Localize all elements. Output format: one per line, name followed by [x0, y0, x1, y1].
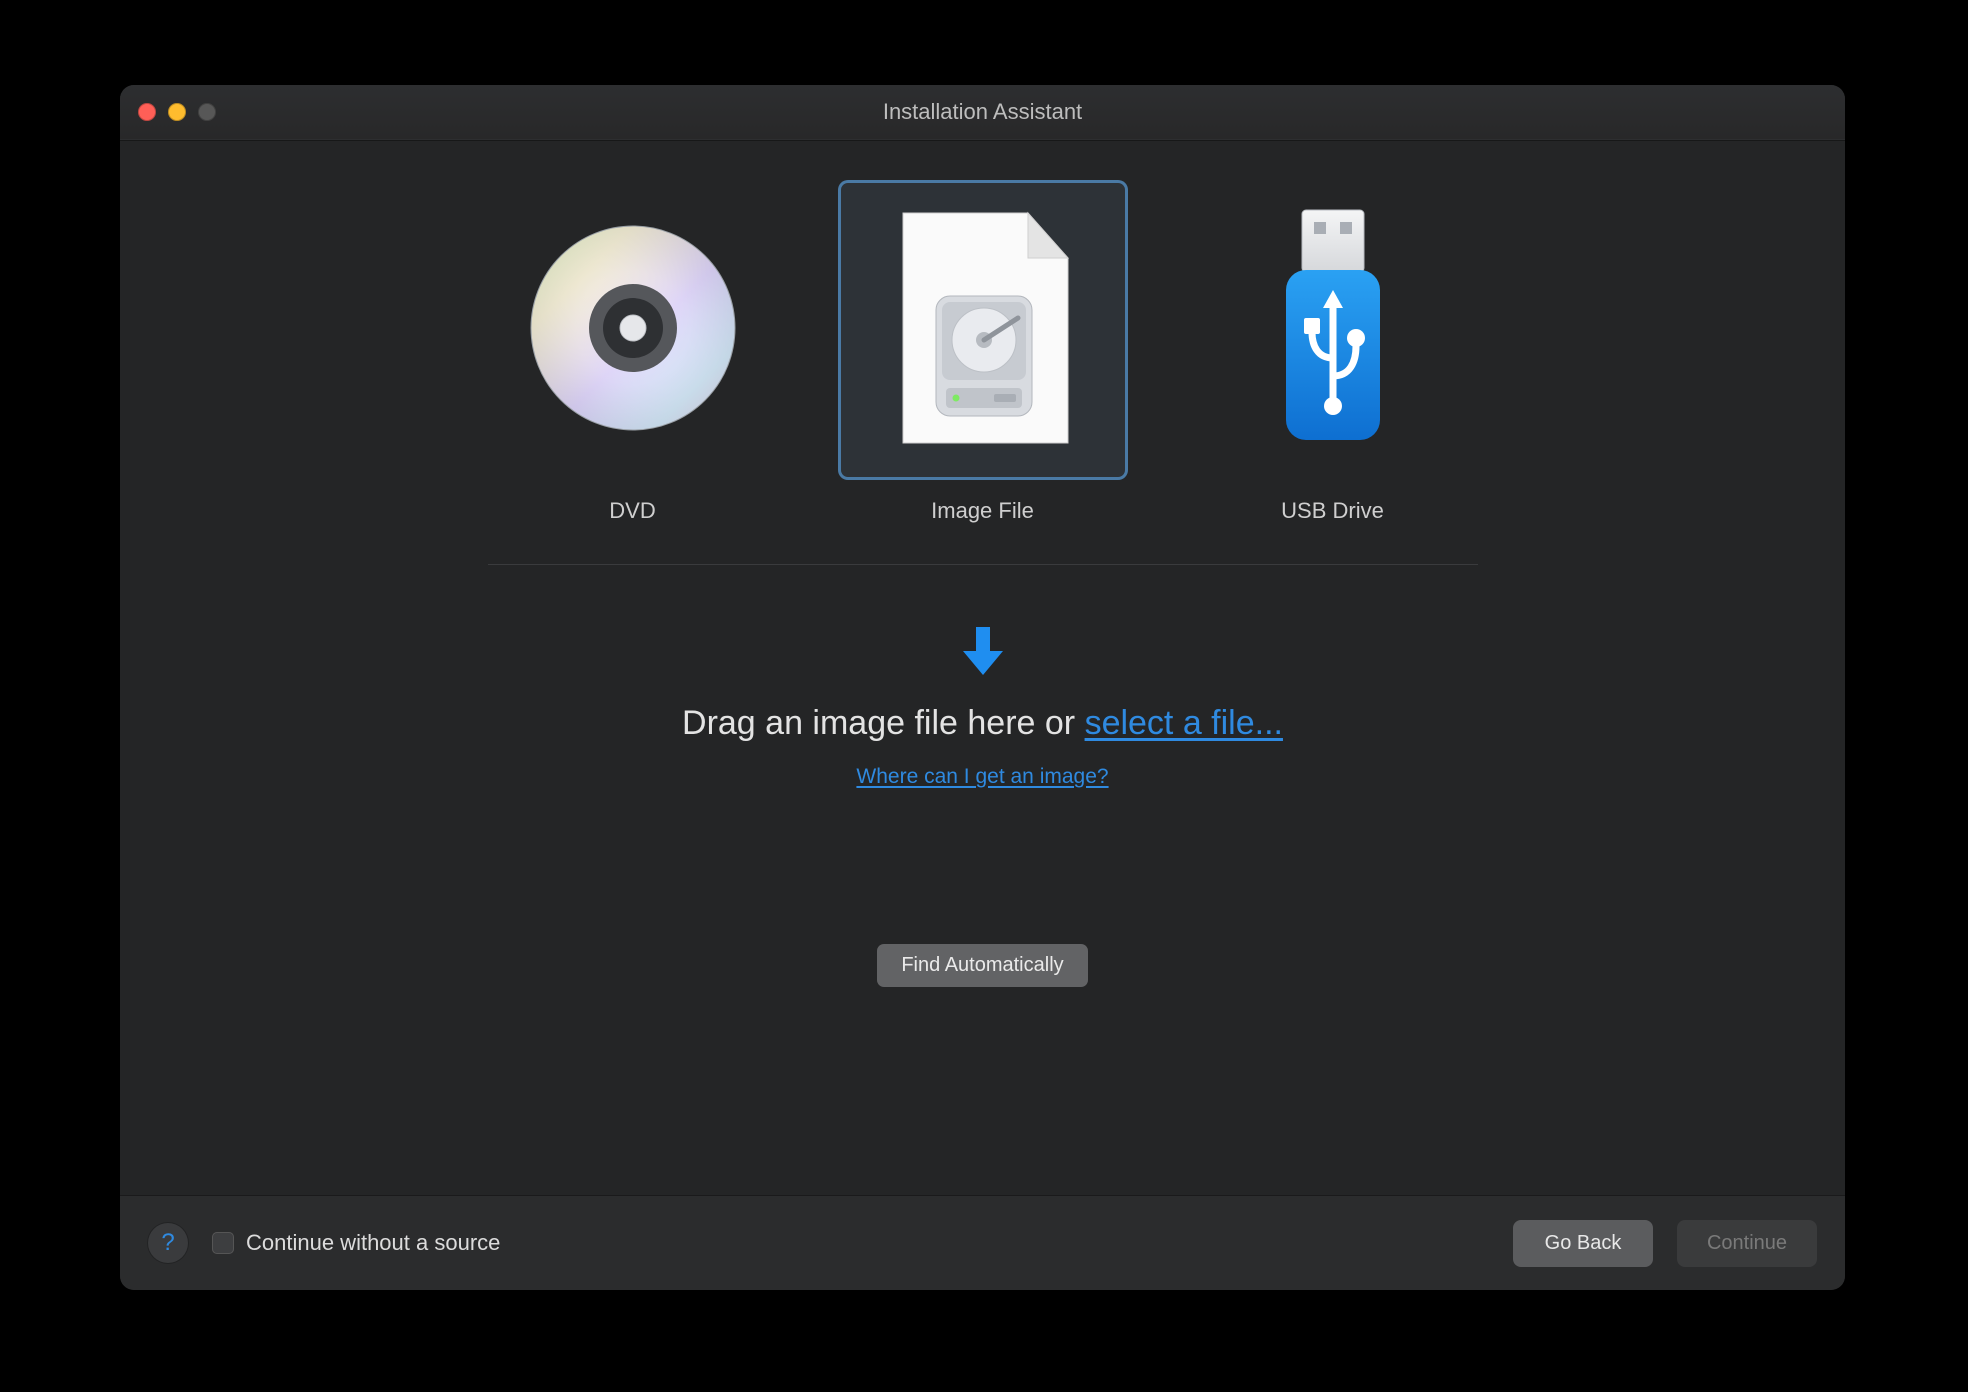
- close-window-button[interactable]: [138, 103, 156, 121]
- find-automatically-button[interactable]: Find Automatically: [877, 944, 1087, 987]
- window-controls: [138, 103, 216, 121]
- continue-button[interactable]: Continue: [1677, 1220, 1817, 1267]
- where-get-image-link[interactable]: Where can I get an image?: [856, 765, 1108, 789]
- drop-area[interactable]: Drag an image file here or select a file…: [682, 625, 1283, 789]
- source-option-image-file[interactable]: Image File: [838, 180, 1128, 524]
- help-button[interactable]: ?: [148, 1223, 188, 1263]
- source-icon-box-dvd: [488, 180, 778, 480]
- source-row: DVD: [488, 180, 1478, 524]
- disk-image-file-icon: [888, 208, 1078, 453]
- question-mark-icon: ?: [161, 1229, 174, 1257]
- installation-assistant-window: Installation Assistant: [120, 85, 1845, 1290]
- body-area: DVD: [120, 140, 1845, 1195]
- continue-without-source-checkbox[interactable]: Continue without a source: [212, 1230, 500, 1256]
- go-back-button[interactable]: Go Back: [1513, 1220, 1653, 1267]
- select-file-link[interactable]: select a file...: [1085, 704, 1283, 742]
- source-option-usb-drive[interactable]: USB Drive: [1188, 180, 1478, 524]
- find-auto-wrap: Find Automatically: [877, 944, 1087, 987]
- source-icon-box-image-file: [838, 180, 1128, 480]
- source-icon-box-usb: [1188, 180, 1478, 480]
- titlebar: Installation Assistant: [120, 85, 1845, 140]
- drop-instruction-text: Drag an image file here or select a file…: [682, 704, 1283, 743]
- footer: ? Continue without a source Go Back Cont…: [120, 1195, 1845, 1290]
- usb-drive-icon: [1268, 208, 1398, 453]
- minimize-window-button[interactable]: [168, 103, 186, 121]
- section-divider: [488, 564, 1478, 565]
- dvd-disc-icon: [528, 223, 738, 438]
- checkbox-box: [212, 1232, 234, 1254]
- window-title: Installation Assistant: [120, 99, 1845, 125]
- drop-instruction-prefix: Drag an image file here or: [682, 704, 1085, 742]
- down-arrow-icon: [961, 625, 1005, 682]
- zoom-window-button[interactable]: [198, 103, 216, 121]
- source-label-usb: USB Drive: [1281, 498, 1384, 524]
- source-label-image-file: Image File: [931, 498, 1034, 524]
- source-option-dvd[interactable]: DVD: [488, 180, 778, 524]
- continue-without-source-label: Continue without a source: [246, 1230, 500, 1256]
- source-label-dvd: DVD: [609, 498, 655, 524]
